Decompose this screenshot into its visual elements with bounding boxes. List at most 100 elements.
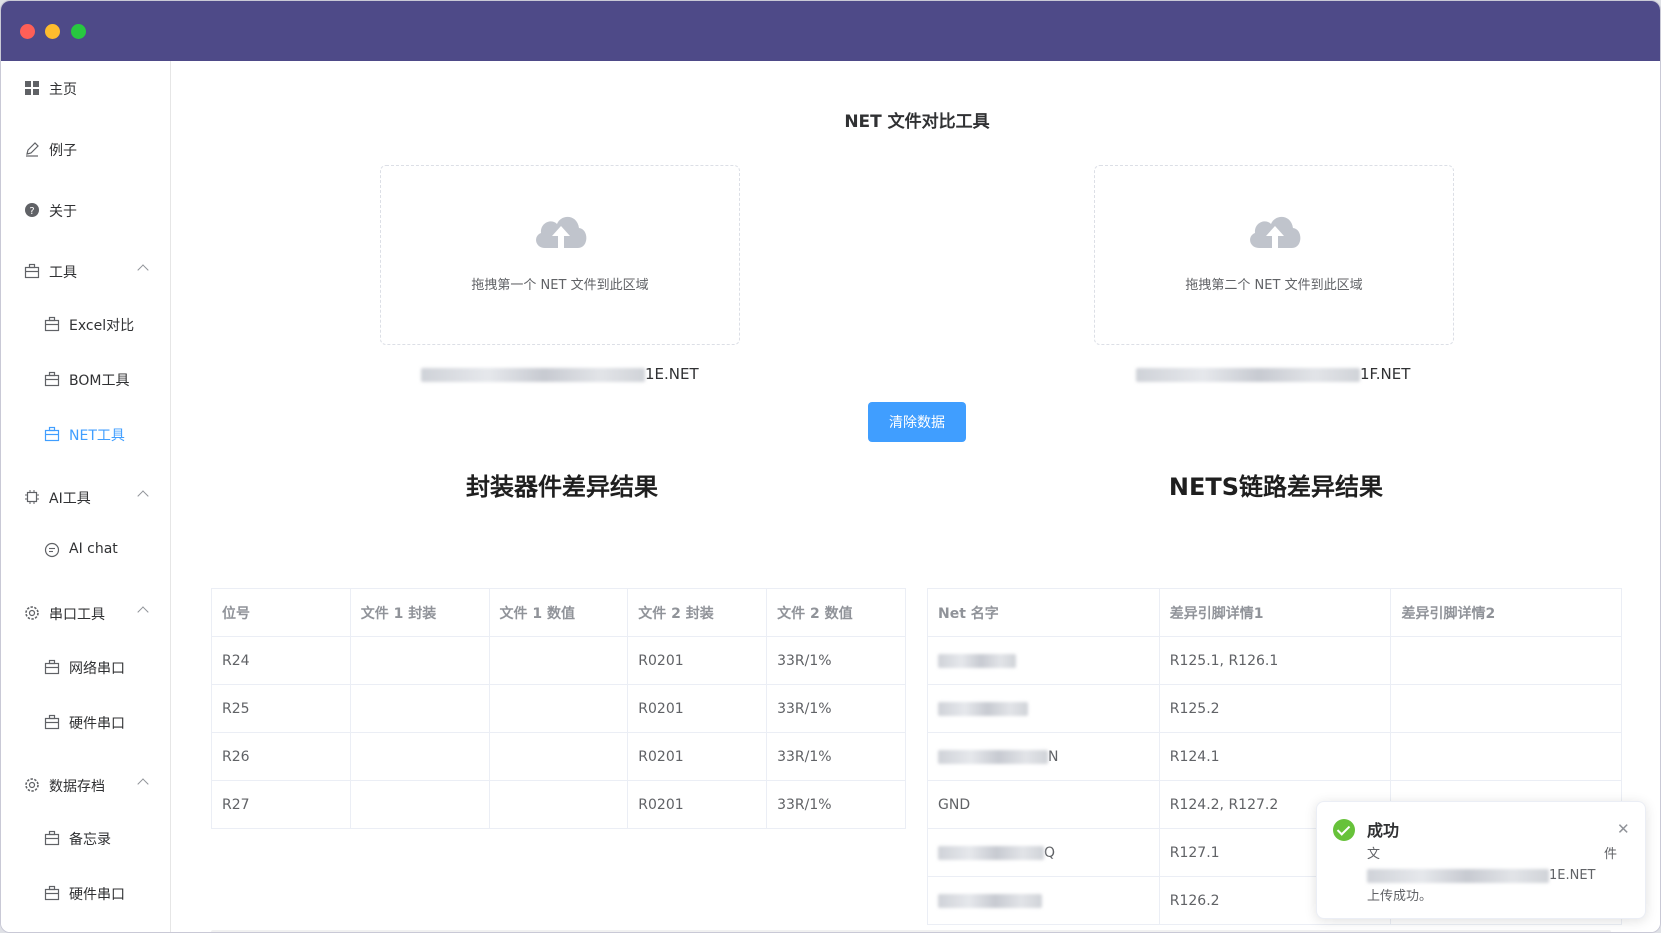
sidebar-item-label: 备忘录	[69, 832, 111, 848]
table-cell: 33R/1%	[766, 636, 906, 685]
gear-icon	[25, 778, 39, 792]
sidebar-item-hardware-serial[interactable]: 硬件串口	[1, 702, 170, 742]
sidebar-group-serial-tools[interactable]: 串口工具	[1, 593, 170, 633]
column-header: 文件 1 数值	[488, 588, 629, 637]
sidebar-item-memo[interactable]: 备忘录	[1, 818, 170, 858]
table-row: R27 R0201 33R/1%	[211, 780, 906, 829]
sidebar-item-net-tool[interactable]: NET工具	[1, 414, 170, 454]
page-title: NET 文件对比工具	[844, 112, 990, 132]
close-window-button[interactable]	[20, 24, 35, 39]
title-bar	[1, 1, 1660, 61]
notification-message: 文 件 1E.NET 上传成功。	[1367, 847, 1617, 904]
table-cell	[927, 876, 1160, 925]
briefcase-icon	[44, 885, 60, 901]
gear-icon	[25, 606, 39, 620]
sidebar-item-label: 关于	[49, 204, 77, 220]
sidebar-item-examples[interactable]: 例子	[1, 129, 170, 169]
table-cell	[1390, 684, 1622, 733]
table-cell: R0201	[627, 732, 768, 781]
sidebar-item-label: 网络串口	[69, 661, 125, 677]
sidebar-item-label: 串口工具	[49, 607, 105, 623]
maximize-window-button[interactable]	[71, 24, 86, 39]
table-cell: R0201	[627, 636, 768, 685]
chevron-up-icon	[137, 264, 149, 276]
table-row: R125.1, R126.1	[927, 636, 1622, 685]
briefcase-icon	[44, 426, 60, 442]
sidebar-item-label: 数据存档	[49, 779, 105, 795]
table-cell: 33R/1%	[766, 732, 906, 781]
table-row: R26 R0201 33R/1%	[211, 732, 906, 781]
table-cell: 33R/1%	[766, 780, 906, 829]
table-cell: R26	[211, 732, 351, 781]
sidebar-item-label: Excel对比	[69, 318, 135, 334]
app-window: 主页 例子 ? 关于 工具 Excel对比 BOM工具 NET工具 AI工具 A…	[0, 0, 1661, 933]
sidebar-item-label: 硬件串口	[69, 887, 125, 903]
nets-diff-title: NETS链路差异结果	[1168, 473, 1384, 501]
upload-hint-2: 拖拽第二个 NET 文件到此区域	[1185, 278, 1363, 293]
svg-text:?: ?	[29, 206, 34, 217]
redacted-text	[938, 653, 1016, 668]
sidebar-group-ai-tools[interactable]: AI工具	[1, 477, 170, 517]
sidebar-item-bom-tool[interactable]: BOM工具	[1, 359, 170, 399]
column-header: 位号	[211, 588, 351, 637]
package-diff-title: 封装器件差异结果	[466, 473, 658, 501]
sidebar-item-about[interactable]: ? 关于	[1, 190, 170, 230]
table-cell: R25	[211, 684, 351, 733]
column-header: 文件 2 数值	[766, 588, 906, 637]
column-header: 文件 2 封装	[627, 588, 768, 637]
redacted-text	[938, 845, 1044, 860]
table-cell: R0201	[627, 684, 768, 733]
table-cell	[927, 684, 1160, 733]
sidebar-item-label: AI chat	[69, 541, 118, 557]
table-cell	[349, 732, 490, 781]
sidebar-item-label: AI工具	[49, 491, 91, 507]
table-row: R125.2	[927, 684, 1622, 733]
sidebar-item-ai-chat[interactable]: AI chat	[1, 530, 170, 570]
uploaded-filename-1: 1E.NET	[421, 365, 699, 383]
table-cell	[349, 780, 490, 829]
sidebar: 主页 例子 ? 关于 工具 Excel对比 BOM工具 NET工具 AI工具 A…	[1, 61, 171, 932]
clear-data-button[interactable]: 清除数据	[868, 402, 966, 442]
upload-dropzone-1[interactable]: 拖拽第一个 NET 文件到此区域	[380, 165, 740, 345]
table-cell	[488, 636, 629, 685]
column-header: 差异引脚详情2	[1390, 588, 1622, 637]
close-icon[interactable]: ✕	[1617, 820, 1630, 838]
sidebar-item-label: 工具	[49, 265, 77, 281]
chevron-up-icon	[137, 778, 149, 790]
sidebar-group-tools[interactable]: 工具	[1, 251, 170, 291]
upload-dropzone-2[interactable]: 拖拽第二个 NET 文件到此区域	[1094, 165, 1454, 345]
sidebar-item-label: NET工具	[69, 428, 125, 444]
table-header-row: Net 名字 差异引脚详情1 差异引脚详情2	[927, 588, 1622, 637]
briefcase-icon	[24, 263, 40, 279]
chevron-up-icon	[137, 606, 149, 618]
briefcase-icon	[44, 659, 60, 675]
table-cell: 33R/1%	[766, 684, 906, 733]
grid-icon	[25, 81, 39, 95]
sidebar-item-label: 主页	[49, 82, 77, 98]
sidebar-item-excel-compare[interactable]: Excel对比	[1, 304, 170, 344]
table-cell: N	[927, 732, 1160, 781]
sidebar-group-data-archive[interactable]: 数据存档	[1, 765, 170, 805]
table-cell	[349, 636, 490, 685]
table-row: R25 R0201 33R/1%	[211, 684, 906, 733]
column-header: 文件 1 封装	[349, 588, 490, 637]
sidebar-item-home[interactable]: 主页	[1, 68, 170, 108]
sidebar-item-label: 例子	[49, 143, 77, 159]
sidebar-item-hardware-serial-2[interactable]: 硬件串口	[1, 873, 170, 913]
table-cell: R27	[211, 780, 351, 829]
redacted-text	[938, 749, 1048, 764]
sidebar-item-label: 硬件串口	[69, 716, 125, 732]
minimize-window-button[interactable]	[45, 24, 60, 39]
chat-icon	[44, 542, 60, 558]
uploaded-filename-2: 1F.NET	[1136, 365, 1410, 383]
table-row: N R124.1	[927, 732, 1622, 781]
table-cell	[488, 780, 629, 829]
redacted-text	[1136, 367, 1360, 382]
edit-icon	[26, 142, 39, 157]
briefcase-icon	[44, 714, 60, 730]
redacted-text	[1367, 868, 1549, 883]
redacted-text	[938, 701, 1028, 716]
table-cell: GND	[927, 780, 1160, 829]
sidebar-item-network-serial[interactable]: 网络串口	[1, 647, 170, 687]
table-cell: R125.2	[1158, 684, 1392, 733]
